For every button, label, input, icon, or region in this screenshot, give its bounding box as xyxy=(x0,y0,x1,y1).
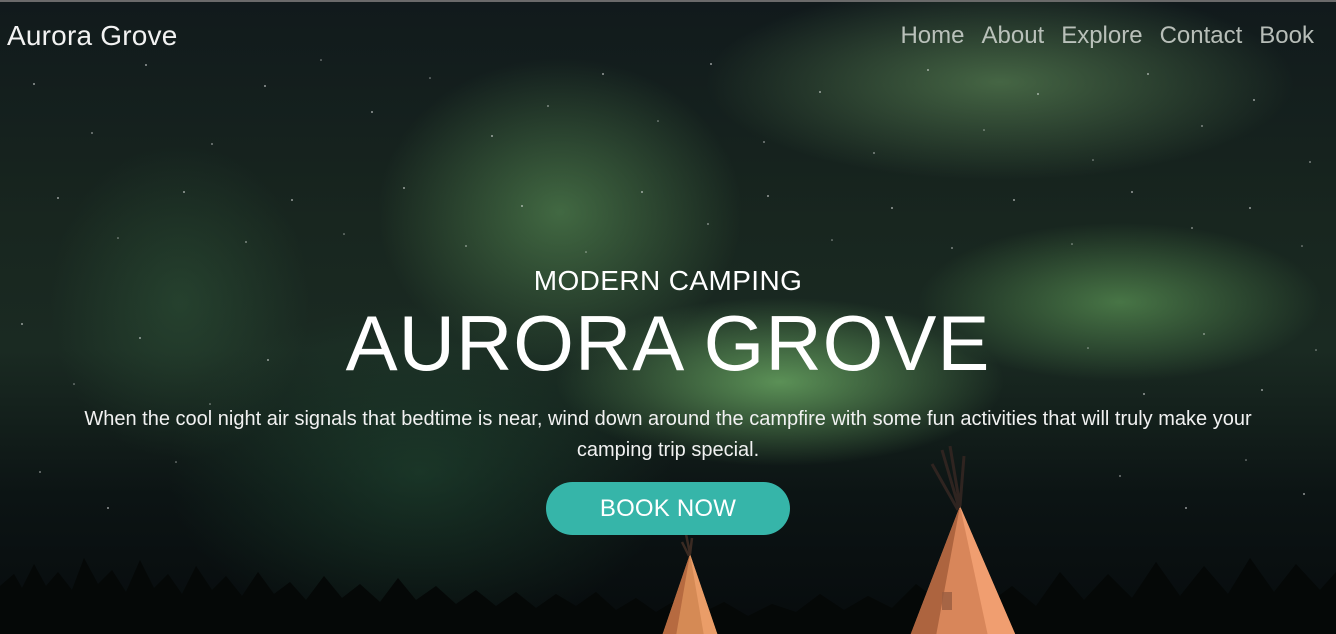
hero-title: AURORA GROVE xyxy=(345,299,991,387)
nav-menu: Home About Explore Contact Book xyxy=(900,22,1314,50)
nav-link-home[interactable]: Home xyxy=(900,22,964,50)
book-now-button[interactable]: BOOK NOW xyxy=(546,482,790,535)
brand-logo[interactable]: Aurora Grove xyxy=(7,20,177,52)
top-navigation: Aurora Grove Home About Explore Contact … xyxy=(0,2,1336,72)
nav-link-contact[interactable]: Contact xyxy=(1160,22,1243,50)
teepee-tent-icon xyxy=(662,534,718,634)
hero-description: When the cool night air signals that bed… xyxy=(84,408,1252,461)
hero-content: MODERN CAMPING AURORA GROVE When the coo… xyxy=(0,264,1336,535)
hero-section: Aurora Grove Home About Explore Contact … xyxy=(0,0,1336,634)
nav-link-explore[interactable]: Explore xyxy=(1061,22,1142,50)
nav-link-book[interactable]: Book xyxy=(1259,22,1314,50)
hero-eyebrow: MODERN CAMPING xyxy=(533,265,803,296)
nav-link-about[interactable]: About xyxy=(981,22,1044,50)
